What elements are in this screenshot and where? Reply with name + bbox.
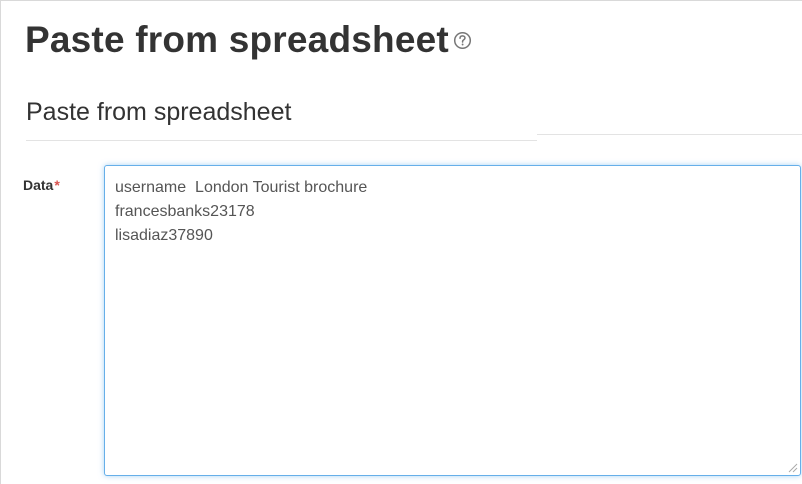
page-title-text: Paste from spreadsheet <box>25 19 449 60</box>
section-divider-right <box>537 134 802 135</box>
data-field-label: Data* <box>23 177 60 193</box>
section-divider <box>26 140 537 141</box>
question-circle-icon[interactable] <box>453 31 472 50</box>
form-panel: Paste from spreadsheet Paste from spread… <box>0 0 802 484</box>
section-heading: Paste from spreadsheet <box>26 98 292 126</box>
resize-handle-icon[interactable] <box>786 461 798 473</box>
page-title: Paste from spreadsheet <box>25 15 472 65</box>
data-textarea[interactable] <box>104 165 801 476</box>
required-marker: * <box>54 177 60 193</box>
data-label-text: Data <box>23 177 54 193</box>
